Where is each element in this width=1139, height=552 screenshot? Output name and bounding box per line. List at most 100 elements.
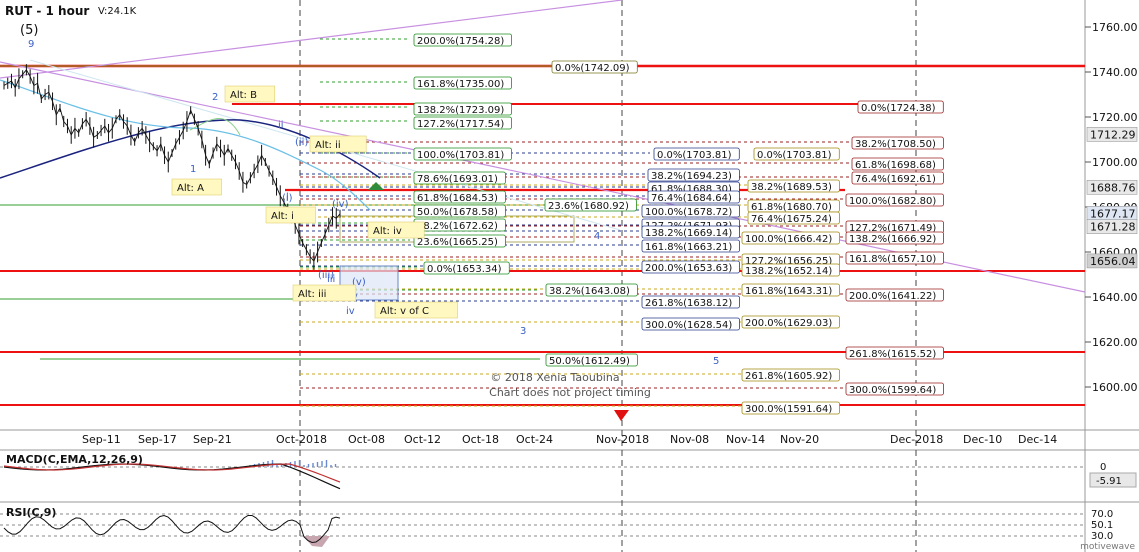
fib-label: 161.8%(1657.10) xyxy=(849,254,936,265)
x-tick-label: Nov-2018 xyxy=(596,433,649,446)
fib-label: 138.2%(1669.14) xyxy=(645,228,732,239)
fib-label: 0.0%(1742.09) xyxy=(555,63,630,74)
y-tick-label: 1620.00 xyxy=(1092,336,1138,349)
x-tick-label: Oct-12 xyxy=(404,433,441,446)
y-tick-label: 1740.00 xyxy=(1092,66,1138,79)
wave-5-label: (5) xyxy=(20,23,38,38)
y-tick-label: 1720.00 xyxy=(1092,111,1138,124)
annotation-text: Alt: v of C xyxy=(380,306,429,317)
y-tick-label: 1600.00 xyxy=(1092,381,1138,394)
annotation-text: Alt: A xyxy=(177,183,204,194)
price-badge-label: 1656.04 xyxy=(1090,255,1136,268)
wave-label: 9 xyxy=(28,39,34,50)
price-badge-label: 1677.17 xyxy=(1090,207,1136,220)
watermark-disclaimer: Chart does not project timing xyxy=(489,386,651,399)
fib-label: 76.4%(1684.64) xyxy=(651,193,732,204)
fib-label: 138.2%(1666.92) xyxy=(849,234,936,245)
price-chart[interactable]: 200.0%(1754.28) 161.8%(1735.00) 138.2%(172… xyxy=(0,0,1139,552)
fib-label: 300.0%(1591.64) xyxy=(745,404,832,415)
macd-value: -5.91 xyxy=(1096,476,1122,487)
fib-label: 23.6%(1665.25) xyxy=(417,237,498,248)
volume-readout: V:24.1K xyxy=(98,6,137,17)
wave-label: iv xyxy=(346,306,355,317)
price-badge-label: 1688.76 xyxy=(1090,181,1136,194)
rsi-line xyxy=(3,514,341,544)
wave-label: (iv) xyxy=(332,199,349,210)
chart-symbol: RUT - 1 hour xyxy=(5,4,89,18)
annotation-text: Alt: ii xyxy=(315,140,341,151)
fib-label: 161.8%(1663.21) xyxy=(645,242,732,253)
fib-label: 0.0%(1724.38) xyxy=(861,103,936,114)
fib-label: 100.0%(1682.80) xyxy=(849,196,936,207)
rsi-panel: RSI(C,9) 70.0 50.1 30.0 xyxy=(0,506,1113,547)
fib-label: 100.0%(1678.72) xyxy=(645,207,732,218)
x-tick-label: Oct-18 xyxy=(462,433,499,446)
fib-label: 138.2%(1652.14) xyxy=(745,266,832,277)
fib-label: 261.8%(1638.12) xyxy=(645,298,732,309)
wave-label: 5 xyxy=(713,356,719,367)
fib-label: 300.0%(1628.54) xyxy=(645,320,732,331)
wave-label: iii xyxy=(327,274,335,285)
brand-footer: motivewave xyxy=(1080,542,1135,552)
fib-label: 200.0%(1653.63) xyxy=(645,263,732,274)
fib-label: 50.0%(1612.49) xyxy=(549,356,630,367)
fib-label: 38.2%(1672.62) xyxy=(417,221,498,232)
main-panel xyxy=(0,0,1085,430)
wave-label: 2 xyxy=(212,92,218,103)
fib-label: 61.8%(1698.68) xyxy=(855,160,936,171)
fib-label: 38.2%(1694.23) xyxy=(651,171,732,182)
rsi-tick-50: 50.1 xyxy=(1091,520,1113,531)
fib-label: 50.0%(1678.58) xyxy=(417,207,498,218)
fib-label: 61.8%(1680.70) xyxy=(751,202,832,213)
x-axis-labels: Sep-11 Sep-17 Sep-21 Oct-2018 Oct-08 Oct-12 Oc… xyxy=(82,433,1057,446)
x-tick-label: Dec-10 xyxy=(963,433,1002,446)
fib-label: 138.2%(1723.09) xyxy=(417,105,504,116)
macd-zero-tick: 0 xyxy=(1100,462,1106,473)
wave-label: ii xyxy=(278,120,284,131)
x-tick-label: Oct-08 xyxy=(348,433,385,446)
rsi-tick-30: 30.0 xyxy=(1091,531,1113,542)
price-badge-label: 1712.29 xyxy=(1090,128,1136,141)
x-tick-label: Sep-21 xyxy=(193,433,232,446)
fib-label: 0.0%(1703.81) xyxy=(757,150,832,161)
x-tick-label: Nov-20 xyxy=(780,433,819,446)
y-tick-label: 1640.00 xyxy=(1092,291,1138,304)
fib-label: 38.2%(1708.50) xyxy=(855,139,936,150)
x-tick-label: Nov-14 xyxy=(726,433,765,446)
fib-label: 200.0%(1754.28) xyxy=(417,36,504,47)
fib-label: 38.2%(1643.08) xyxy=(549,286,630,297)
annotation-text: Alt: iv xyxy=(373,226,402,237)
x-tick-label: Oct-24 xyxy=(516,433,553,446)
fib-label: 0.0%(1653.34) xyxy=(427,264,502,275)
x-tick-label: Nov-08 xyxy=(670,433,709,446)
wave-label: 3 xyxy=(520,326,526,337)
watermark-copyright: © 2018 Xenia Taoubina xyxy=(490,371,619,384)
rsi-label: RSI(C,9) xyxy=(6,506,56,519)
fib-label: 100.0%(1703.81) xyxy=(417,150,504,161)
fib-label: 261.8%(1615.52) xyxy=(849,349,936,360)
x-tick-label: Sep-17 xyxy=(138,433,177,446)
x-tick-label: Dec-14 xyxy=(1018,433,1057,446)
macd-panel: MACD(C,EMA,12,26,9) 0 -5.91 xyxy=(0,453,1137,490)
wave-label: (ii) xyxy=(295,137,308,148)
annotation-text: Alt: iii xyxy=(298,289,326,300)
fib-label: 61.8%(1684.53) xyxy=(417,193,498,204)
fib-label: 200.0%(1629.03) xyxy=(745,318,832,329)
annotation-text: Alt: i xyxy=(271,211,294,222)
fib-label: 300.0%(1599.64) xyxy=(849,385,936,396)
fib-label: 127.2%(1717.54) xyxy=(417,119,504,130)
y-tick-label: 1760.00 xyxy=(1092,21,1138,34)
fib-label: 161.8%(1643.31) xyxy=(745,286,832,297)
fib-label: 100.0%(1666.42) xyxy=(745,234,832,245)
fib-label: 78.6%(1693.01) xyxy=(417,174,498,185)
x-tick-label: Oct-2018 xyxy=(276,433,327,446)
fib-label: 76.4%(1675.24) xyxy=(751,214,832,225)
macd-label: MACD(C,EMA,12,26,9) xyxy=(6,453,143,466)
y-tick-label: 1700.00 xyxy=(1092,156,1138,169)
fib-label: 200.0%(1641.22) xyxy=(849,291,936,302)
fib-label: 76.4%(1692.61) xyxy=(855,174,936,185)
wave-label: 4 xyxy=(594,231,600,242)
annotation-text: Alt: B xyxy=(230,90,257,101)
wave-label: 1 xyxy=(190,164,196,175)
price-badge-label: 1671.28 xyxy=(1090,221,1136,234)
